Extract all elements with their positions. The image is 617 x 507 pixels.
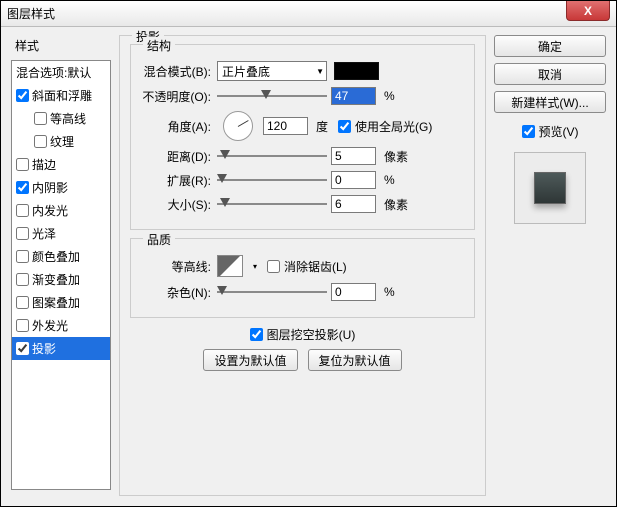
sidebar-item-checkbox[interactable] (16, 89, 29, 102)
sidebar-item-checkbox[interactable] (16, 158, 29, 171)
settings-panel: 投影 结构 混合模式(B): 正片叠底 ▼ 不透明度(O): (119, 35, 486, 496)
reset-default-button[interactable]: 复位为默认值 (308, 349, 402, 371)
distance-label: 距离(D): (141, 148, 213, 165)
angle-input[interactable]: 120 (263, 117, 308, 135)
new-style-button[interactable]: 新建样式(W)... (494, 91, 606, 113)
shadow-color-swatch[interactable] (334, 62, 379, 80)
quality-legend: 品质 (143, 231, 175, 248)
sidebar-item-6[interactable]: 光泽 (12, 222, 110, 245)
titlebar: 图层样式 X (1, 1, 616, 27)
opacity-unit: % (384, 89, 395, 103)
sidebar-item-checkbox[interactable] (16, 250, 29, 263)
sidebar-item-9[interactable]: 图案叠加 (12, 291, 110, 314)
chevron-down-icon: ▼ (316, 67, 324, 76)
sidebar-item-7[interactable]: 颜色叠加 (12, 245, 110, 268)
blend-options-header[interactable]: 混合选项:默认 (12, 61, 110, 84)
contour-label: 等高线: (141, 258, 213, 275)
spread-label: 扩展(R): (141, 172, 213, 189)
style-list: 混合选项:默认 斜面和浮雕等高线纹理描边内阴影内发光光泽颜色叠加渐变叠加图案叠加… (11, 60, 111, 490)
chevron-down-icon[interactable]: ▾ (253, 262, 257, 271)
noise-input[interactable]: 0 (331, 283, 376, 301)
structure-legend: 结构 (143, 37, 175, 54)
sidebar-item-label: 描边 (32, 156, 56, 173)
preview-thumbnail (534, 172, 566, 204)
size-label: 大小(S): (141, 196, 213, 213)
opacity-label: 不透明度(O): (141, 88, 213, 105)
distance-slider[interactable] (217, 147, 327, 165)
sidebar-item-label: 斜面和浮雕 (32, 87, 92, 104)
sidebar-item-checkbox[interactable] (34, 135, 47, 148)
sidebar-item-0[interactable]: 斜面和浮雕 (12, 84, 110, 107)
sidebar-item-1[interactable]: 等高线 (12, 107, 110, 130)
sidebar-item-label: 图案叠加 (32, 294, 80, 311)
preview-checkbox[interactable] (522, 125, 535, 138)
sidebar-item-checkbox[interactable] (16, 273, 29, 286)
close-button[interactable]: X (566, 1, 610, 21)
sidebar-item-checkbox[interactable] (16, 181, 29, 194)
quality-fieldset: 品质 等高线: ▾ 消除锯齿(L) 杂色(N): 0 % (130, 238, 475, 318)
sidebar-item-11[interactable]: 投影 (12, 337, 110, 360)
sidebar-item-label: 内阴影 (32, 179, 68, 196)
opacity-input[interactable]: 47 (331, 87, 376, 105)
sidebar-item-5[interactable]: 内发光 (12, 199, 110, 222)
noise-unit: % (384, 285, 395, 299)
antialias-label: 消除锯齿(L) (284, 258, 347, 275)
distance-input[interactable]: 5 (331, 147, 376, 165)
sidebar-item-label: 颜色叠加 (32, 248, 80, 265)
angle-dial[interactable] (223, 111, 253, 141)
blend-mode-value: 正片叠底 (222, 63, 270, 80)
dialog-window: 图层样式 X 样式 混合选项:默认 斜面和浮雕等高线纹理描边内阴影内发光光泽颜色… (0, 0, 617, 507)
angle-label: 角度(A): (141, 118, 213, 135)
knockout-checkbox[interactable] (250, 328, 263, 341)
sidebar-item-checkbox[interactable] (16, 342, 29, 355)
sidebar-item-checkbox[interactable] (16, 204, 29, 217)
sidebar-item-label: 光泽 (32, 225, 56, 242)
size-slider[interactable] (217, 195, 327, 213)
distance-unit: 像素 (384, 148, 408, 165)
spread-unit: % (384, 173, 395, 187)
preview-box (514, 152, 586, 224)
noise-label: 杂色(N): (141, 284, 213, 301)
ok-button[interactable]: 确定 (494, 35, 606, 57)
blend-mode-label: 混合模式(B): (141, 63, 213, 80)
sidebar-item-checkbox[interactable] (16, 319, 29, 332)
make-default-button[interactable]: 设置为默认值 (203, 349, 297, 371)
sidebar-title: 样式 (11, 35, 111, 60)
sidebar-item-checkbox[interactable] (16, 296, 29, 309)
contour-picker[interactable] (217, 255, 243, 277)
sidebar-item-4[interactable]: 内阴影 (12, 176, 110, 199)
action-column: 确定 取消 新建样式(W)... 预览(V) (494, 35, 606, 496)
global-light-checkbox[interactable] (338, 120, 351, 133)
sidebar-item-label: 等高线 (50, 110, 86, 127)
style-sidebar: 样式 混合选项:默认 斜面和浮雕等高线纹理描边内阴影内发光光泽颜色叠加渐变叠加图… (11, 35, 111, 496)
antialias-checkbox[interactable] (267, 260, 280, 273)
sidebar-item-label: 投影 (32, 340, 56, 357)
sidebar-item-label: 纹理 (50, 133, 74, 150)
spread-slider[interactable] (217, 171, 327, 189)
sidebar-item-checkbox[interactable] (34, 112, 47, 125)
global-light-label: 使用全局光(G) (355, 118, 432, 135)
opacity-slider[interactable] (217, 87, 327, 105)
noise-slider[interactable] (217, 283, 327, 301)
sidebar-item-label: 外发光 (32, 317, 68, 334)
blend-mode-select[interactable]: 正片叠底 ▼ (217, 61, 327, 81)
spread-input[interactable]: 0 (331, 171, 376, 189)
sidebar-item-8[interactable]: 渐变叠加 (12, 268, 110, 291)
structure-fieldset: 结构 混合模式(B): 正片叠底 ▼ 不透明度(O): 47 % (130, 44, 475, 230)
size-input[interactable]: 6 (331, 195, 376, 213)
sidebar-item-10[interactable]: 外发光 (12, 314, 110, 337)
window-title: 图层样式 (7, 5, 55, 22)
sidebar-item-3[interactable]: 描边 (12, 153, 110, 176)
sidebar-item-label: 内发光 (32, 202, 68, 219)
cancel-button[interactable]: 取消 (494, 63, 606, 85)
size-unit: 像素 (384, 196, 408, 213)
preview-label: 预览(V) (539, 123, 579, 140)
knockout-label: 图层挖空投影(U) (267, 326, 356, 343)
sidebar-item-2[interactable]: 纹理 (12, 130, 110, 153)
sidebar-item-checkbox[interactable] (16, 227, 29, 240)
close-icon: X (584, 4, 592, 18)
angle-unit: 度 (316, 118, 328, 135)
sidebar-item-label: 渐变叠加 (32, 271, 80, 288)
